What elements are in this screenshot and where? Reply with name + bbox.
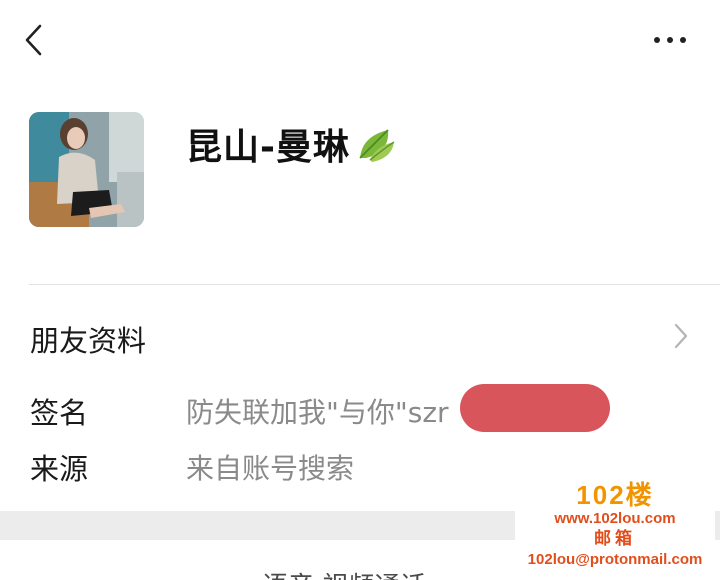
profile-header: 昆山-曼琳 <box>0 80 720 285</box>
watermark-site: www.102lou.com <box>554 510 676 527</box>
avatar-photo <box>29 112 144 227</box>
divider <box>29 284 720 285</box>
top-bar <box>0 0 720 80</box>
leaf-emoji-icon <box>359 129 395 162</box>
chevron-right-icon <box>674 323 688 349</box>
chevron-left-icon <box>25 24 42 56</box>
nickname: 昆山-曼琳 <box>186 127 350 168</box>
nickname-row: 昆山-曼琳 <box>186 118 398 170</box>
watermark-brand: 102楼 <box>576 480 654 510</box>
source-label: 来源 <box>30 452 89 486</box>
more-options-button[interactable] <box>648 24 696 56</box>
signature-label: 签名 <box>30 396 89 430</box>
call-button-label[interactable]: 语音·视频通话 <box>262 566 426 580</box>
watermark-mail: 102lou@protonmail.com <box>527 551 703 568</box>
watermark-mail-title: 邮箱 <box>594 529 636 548</box>
signature-value: 防失联加我"与你"szr <box>186 396 449 429</box>
more-horizontal-icon <box>654 37 686 43</box>
back-button[interactable] <box>18 20 54 60</box>
watermark: 102楼 www.102lou.com 邮箱 102lou@protonmail… <box>515 481 715 580</box>
avatar[interactable] <box>29 112 144 227</box>
source-value: 来自账号搜索 <box>186 452 355 485</box>
friend-info-row[interactable]: 朋友资料 <box>0 300 720 372</box>
friend-info-label: 朋友资料 <box>30 324 147 358</box>
redaction-mark <box>460 384 610 432</box>
